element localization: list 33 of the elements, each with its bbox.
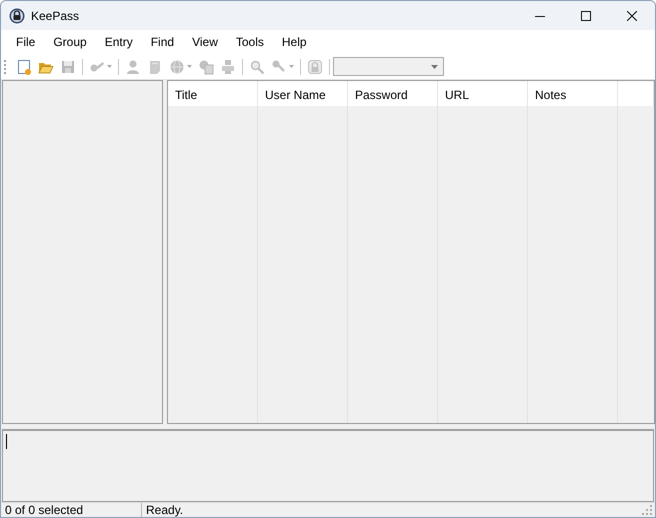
maximize-icon	[581, 10, 591, 20]
menu-item[interactable]: Help	[272, 32, 316, 52]
column-header[interactable]: User Name	[258, 80, 348, 106]
caret-icon	[289, 65, 294, 68]
column-header[interactable]: Password	[348, 80, 438, 106]
resize-grip-icon[interactable]	[642, 505, 652, 516]
status-text: 0 of 0 selected	[1, 503, 142, 517]
menu-item[interactable]: File	[7, 32, 44, 52]
column-header[interactable]: Notes	[528, 80, 618, 106]
new-database-icon	[16, 58, 32, 75]
column-header[interactable]: Title	[168, 80, 258, 106]
entry-list[interactable]: Title User Name Password URL Notes	[167, 80, 655, 424]
toolbar-grip-icon[interactable]	[4, 58, 7, 75]
menu-item[interactable]: Find	[142, 32, 184, 52]
close-icon	[627, 10, 637, 20]
padlock-icon	[9, 8, 25, 24]
entry-details-panel[interactable]	[2, 429, 654, 502]
person-icon	[125, 58, 141, 75]
column-header[interactable]: URL	[438, 80, 528, 106]
caret-icon	[107, 65, 112, 68]
globe-icon	[169, 58, 185, 75]
menu-item[interactable]: Entry	[96, 32, 142, 52]
status-text: Ready.	[145, 503, 184, 517]
window-title: KeePass	[31, 8, 80, 22]
menu-item[interactable]: Group	[44, 32, 96, 52]
menu-item[interactable]: View	[183, 32, 227, 52]
menu-item[interactable]: Tools	[226, 32, 273, 52]
note-icon	[147, 58, 163, 75]
caret-icon	[187, 65, 192, 68]
padlock-icon	[307, 58, 323, 75]
caret-icon	[431, 64, 438, 69]
copy-icon	[198, 58, 214, 75]
magnifier-icon	[249, 58, 265, 75]
